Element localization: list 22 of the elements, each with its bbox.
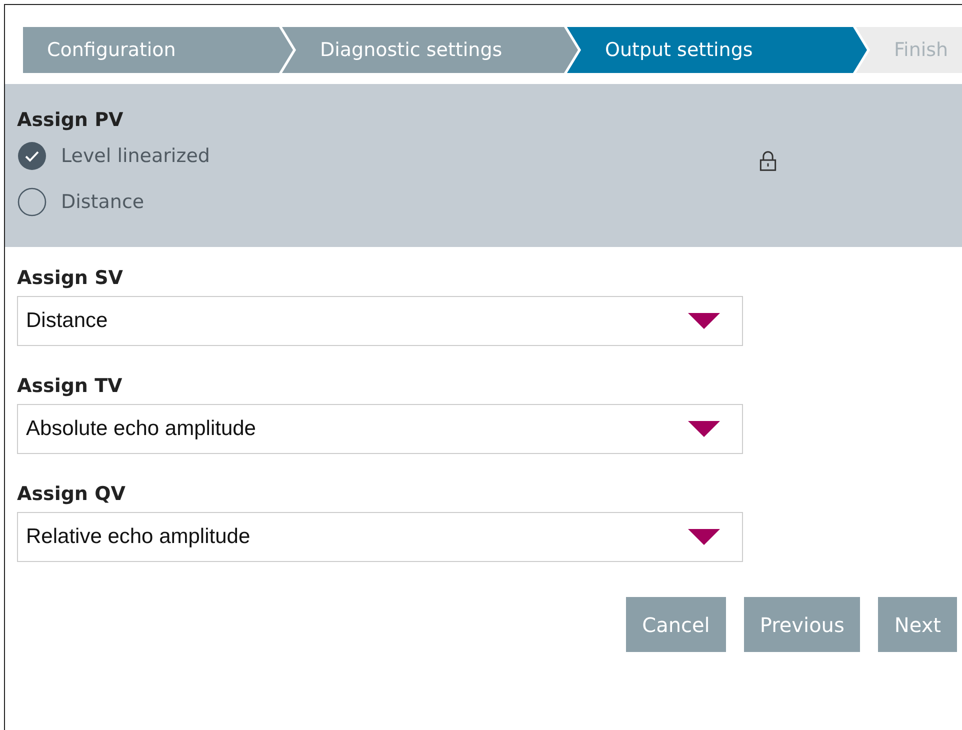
caret-icon — [688, 529, 720, 545]
wizard-button[interactable]: Next — [878, 597, 957, 652]
checked-radio-icon[interactable] — [17, 140, 47, 170]
field-label: Assign PV — [17, 108, 124, 130]
wizard-step[interactable]: Diagnostic settings — [282, 27, 578, 73]
field-label: Assign SV — [17, 267, 124, 289]
dropdown[interactable]: Distance — [17, 296, 743, 346]
dropdown[interactable]: Absolute echo amplitude — [17, 404, 743, 454]
dropdown[interactable]: Relative echo amplitude — [17, 512, 743, 562]
radio-icon[interactable] — [17, 186, 47, 216]
wizard-button[interactable]: Previous — [744, 597, 860, 652]
lock-icon — [757, 150, 779, 172]
caret-icon — [688, 313, 720, 329]
wizard-step[interactable]: Output settings — [567, 27, 867, 73]
wizard-button[interactable]: Cancel — [626, 597, 726, 652]
field-label: Assign TV — [17, 375, 124, 397]
wizard-step[interactable]: Finish — [856, 27, 962, 73]
field-label: Assign QV — [17, 483, 126, 505]
radio-label: Distance — [61, 190, 144, 212]
radio-label: Level linearized — [61, 144, 210, 166]
caret-icon — [688, 421, 720, 437]
wizard-step[interactable]: Configuration — [23, 27, 293, 73]
